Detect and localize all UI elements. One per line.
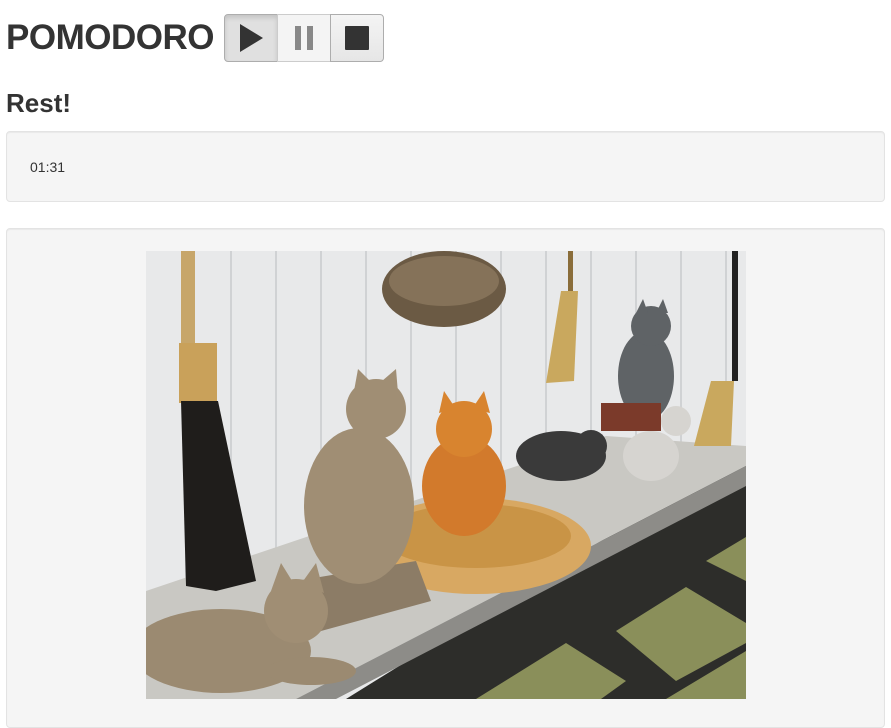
stop-icon (344, 26, 369, 50)
app-title: POMODORO (6, 18, 214, 57)
control-button-group (223, 14, 384, 62)
pause-icon (294, 26, 313, 50)
cat-photo (146, 251, 746, 699)
stop-button[interactable] (329, 14, 384, 62)
header: POMODORO (6, 14, 384, 62)
image-panel (6, 228, 885, 728)
play-button[interactable] (223, 14, 278, 62)
play-icon (239, 24, 263, 52)
pause-button[interactable] (276, 14, 331, 62)
timer-panel: 01:31 (6, 131, 885, 202)
status-heading: Rest! (6, 88, 72, 118)
timer-display: 01:31 (30, 159, 66, 175)
